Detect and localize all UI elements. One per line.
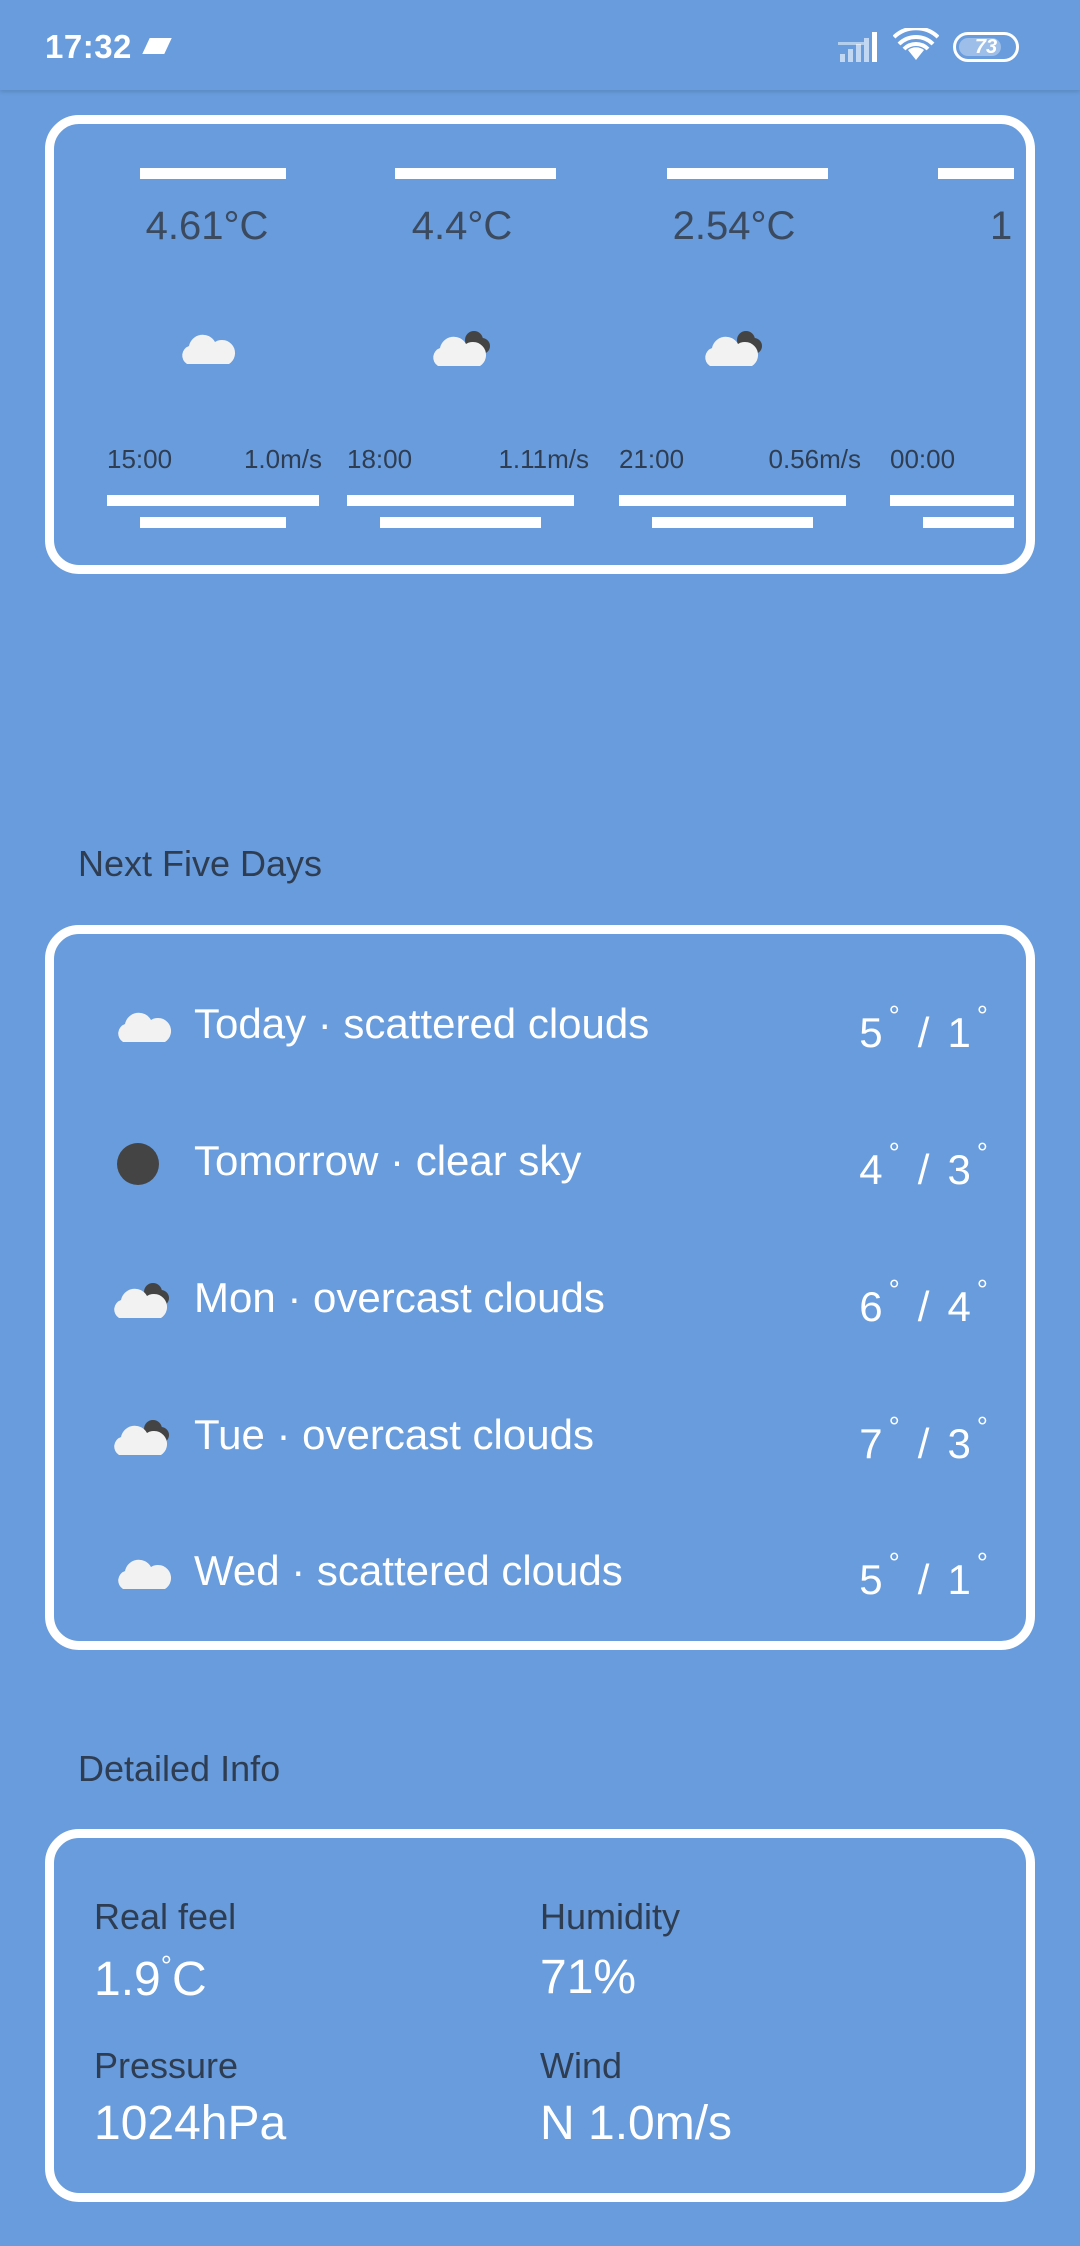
- day-row[interactable]: Tomorrow · clear sky 4 °/3 °: [54, 1125, 1026, 1205]
- humidity-label: Humidity: [540, 1896, 681, 1937]
- hourly-temp: 1.6: [990, 204, 1014, 248]
- pressure-label: Pressure: [94, 2045, 239, 2086]
- day-label: Tomorrow · clear sky: [194, 1137, 582, 1184]
- hourly-time: 18:00: [347, 444, 413, 474]
- day-label: Tue · overcast clouds: [194, 1411, 594, 1458]
- cloud-icon: [182, 334, 236, 364]
- five-days-card: Today · scattered clouds 5 °/1 ° Tomorrow …: [45, 925, 1035, 1650]
- hourly-temp: 4.61°C: [145, 204, 269, 248]
- cloud-night-icon: [1010, 324, 1014, 374]
- details-card: Real feel 1.9°C Humidity 71% Pressure 10…: [45, 1829, 1035, 2202]
- day-temps: 5 °/1 °: [859, 1000, 988, 1056]
- day-label: Today · scattered clouds: [194, 1000, 650, 1047]
- day-temps: 5 °/1 °: [859, 1547, 988, 1603]
- hourly-wind: 0.56m/s: [768, 444, 862, 474]
- hourly-time: 15:00: [107, 444, 173, 474]
- divider: [890, 495, 1014, 506]
- day-temps: 6 °/4 °: [859, 1274, 988, 1330]
- hourly-time: 00:00: [890, 444, 956, 474]
- hourly-forecast-card[interactable]: 4.61°C 15:00 1.0m/s 4.4°C 18:00 1.11m/s: [45, 115, 1035, 574]
- day-row[interactable]: Wed · scattered clouds 5 °/1 °: [54, 1535, 1026, 1615]
- pressure-value: 1024hPa: [94, 2097, 287, 2150]
- wifi-icon: [893, 28, 939, 60]
- hourly-temp: 2.54°C: [672, 204, 796, 248]
- cloud-night-icon: [114, 1420, 169, 1455]
- divider: [938, 168, 1014, 179]
- day-label: Wed · scattered clouds: [194, 1547, 623, 1594]
- details-title: Detailed Info: [78, 1748, 281, 1789]
- hourly-wind: 1.11m/s: [498, 444, 589, 474]
- cloud-icon: [118, 1559, 172, 1589]
- real-feel-value: 1.9°C: [94, 1950, 207, 2006]
- five-days-title: Next Five Days: [78, 843, 323, 884]
- divider: [380, 517, 541, 528]
- hourly-scroll[interactable]: 4.61°C 15:00 1.0m/s 4.4°C 18:00 1.11m/s: [54, 124, 1014, 565]
- hourly-item[interactable]: 2.54°C 21:00 0.56m/s: [619, 124, 861, 565]
- notification-icon: [142, 38, 172, 54]
- day-label: Mon · overcast clouds: [194, 1274, 605, 1321]
- cloud-night-icon: [705, 331, 762, 366]
- battery-level: 73: [974, 36, 998, 58]
- day-temps: 4 °/3 °: [859, 1137, 988, 1193]
- divider: [923, 517, 1014, 528]
- moon-icon: [117, 1143, 159, 1185]
- divider: [140, 517, 286, 528]
- hourly-item[interactable]: 1.6 00:00: [890, 124, 1014, 565]
- day-temps: 7 °/3 °: [859, 1411, 988, 1467]
- status-bar: 17:32 73: [0, 0, 1080, 90]
- battery-icon: 73: [953, 32, 1019, 62]
- divider: [652, 517, 813, 528]
- day-row[interactable]: Today · scattered clouds 5 °/1 °: [54, 988, 1026, 1068]
- humidity-value: 71%: [540, 1951, 637, 2004]
- status-time: 17:32: [45, 28, 132, 65]
- divider: [667, 168, 828, 179]
- signal-icon: [838, 32, 877, 62]
- hourly-item[interactable]: 4.61°C 15:00 1.0m/s: [92, 124, 322, 565]
- hourly-item[interactable]: 4.4°C 18:00 1.11m/s: [347, 124, 589, 565]
- hourly-temp: 4.4°C: [411, 204, 513, 248]
- divider: [140, 168, 286, 179]
- day-row[interactable]: Tue · overcast clouds 7 °/3 °: [54, 1399, 1026, 1479]
- day-row[interactable]: Mon · overcast clouds 6 °/4 °: [54, 1262, 1026, 1342]
- wind-label: Wind: [540, 2045, 623, 2086]
- real-feel-label: Real feel: [94, 1896, 237, 1937]
- cloud-icon: [118, 1012, 172, 1042]
- cloud-night-icon: [433, 331, 490, 366]
- hourly-wind: 1.0m/s: [243, 444, 322, 474]
- hourly-time: 21:00: [619, 444, 685, 474]
- wind-value: N 1.0m/s: [540, 2097, 733, 2150]
- divider: [347, 495, 574, 506]
- divider: [395, 168, 556, 179]
- divider: [619, 495, 846, 506]
- divider: [107, 495, 319, 506]
- cloud-night-icon: [114, 1283, 169, 1318]
